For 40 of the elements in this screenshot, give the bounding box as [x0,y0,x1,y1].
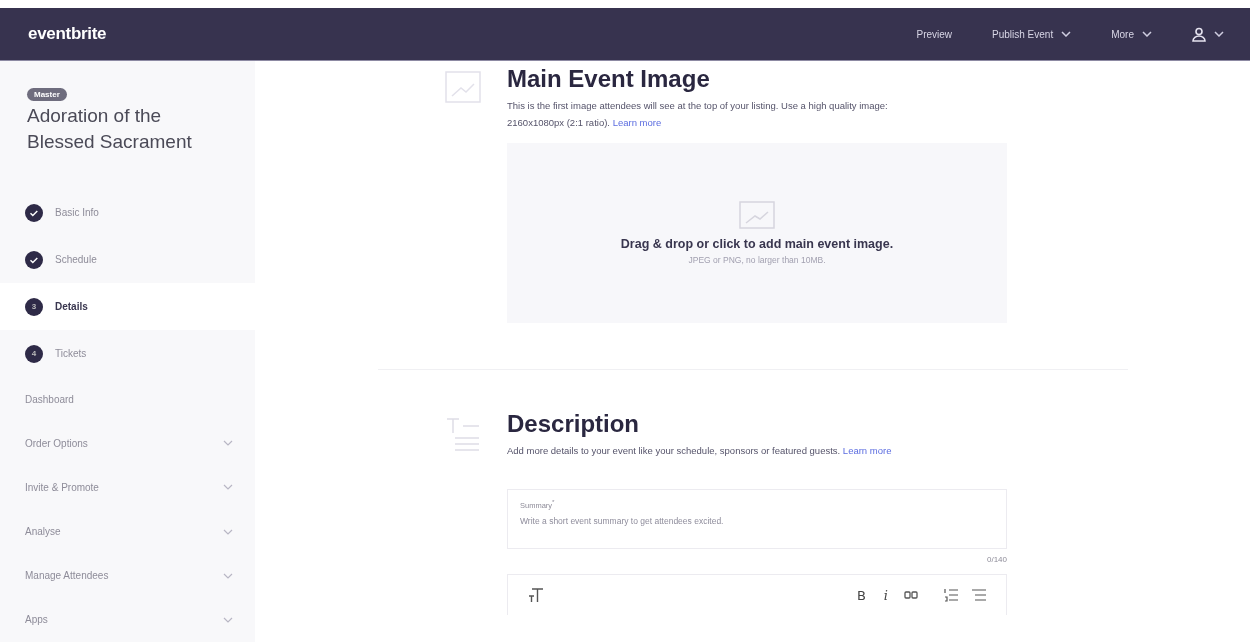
section-description: This is the first image attendees will see at the top of your listing. Use a high quality image: 2160x1080px (2:1 ratio). Learn more [507,99,889,130]
sidebar-item[interactable]: Order Options [0,421,255,466]
nav-link[interactable]: More [1095,28,1168,40]
step-number: 4 [25,344,43,363]
check-circle-icon [25,250,43,269]
numbered-list-icon[interactable] [944,588,958,602]
summary-input[interactable]: Write a short event summary to get attendees excited. [520,515,994,526]
dropzone-hint: JPEG or PNG, no larger than 10MB. [688,255,826,265]
sidebar-item[interactable]: Analyse [0,509,255,554]
user-icon [1192,26,1206,42]
logo[interactable]: eventbrite [28,24,107,44]
nav-link[interactable]: Publish Event [976,28,1088,40]
sidebar-item[interactable]: Apps [0,597,255,642]
step-item[interactable]: Schedule [0,236,255,284]
bold-button[interactable]: B [854,587,868,603]
image-icon [739,201,775,229]
status-badge: Master [27,88,67,101]
step-item[interactable]: 4 Tickets [0,330,255,378]
nav-link[interactable]: Preview [900,28,969,40]
event-title: Adoration of the Blessed Sacrament [27,104,193,154]
image-icon [445,71,481,103]
dropzone-title: Drag & drop or click to add main event image. [620,237,894,251]
image-dropzone[interactable]: Drag & drop or click to add main event image. JPEG or PNG, no larger than 10MB. [507,143,1007,323]
learn-more-link[interactable]: Learn more [612,117,662,128]
sidebar-item[interactable]: Dashboard [0,377,255,422]
character-count: 0/140 [985,555,1007,564]
sidebar-item[interactable]: Manage Attendees [0,553,255,598]
step-number: 3 [25,297,43,316]
section-title: Main Event Image [507,65,711,93]
section-description: Add more details to your event like your schedule, sponsors or featured guests. Learn more [507,444,892,458]
link-icon[interactable] [904,590,918,600]
italic-button[interactable]: i [881,587,890,603]
sidebar-item[interactable]: Invite & Promote [0,465,255,510]
text-size-icon[interactable] [528,587,544,603]
learn-more-link[interactable]: Learn more [842,445,892,456]
step-item[interactable]: Basic Info [0,189,255,237]
step-item[interactable]: 3 Details [0,283,255,331]
chevron-down-icon [1214,31,1224,37]
check-circle-icon [25,203,43,222]
section-title: Description [507,410,641,438]
